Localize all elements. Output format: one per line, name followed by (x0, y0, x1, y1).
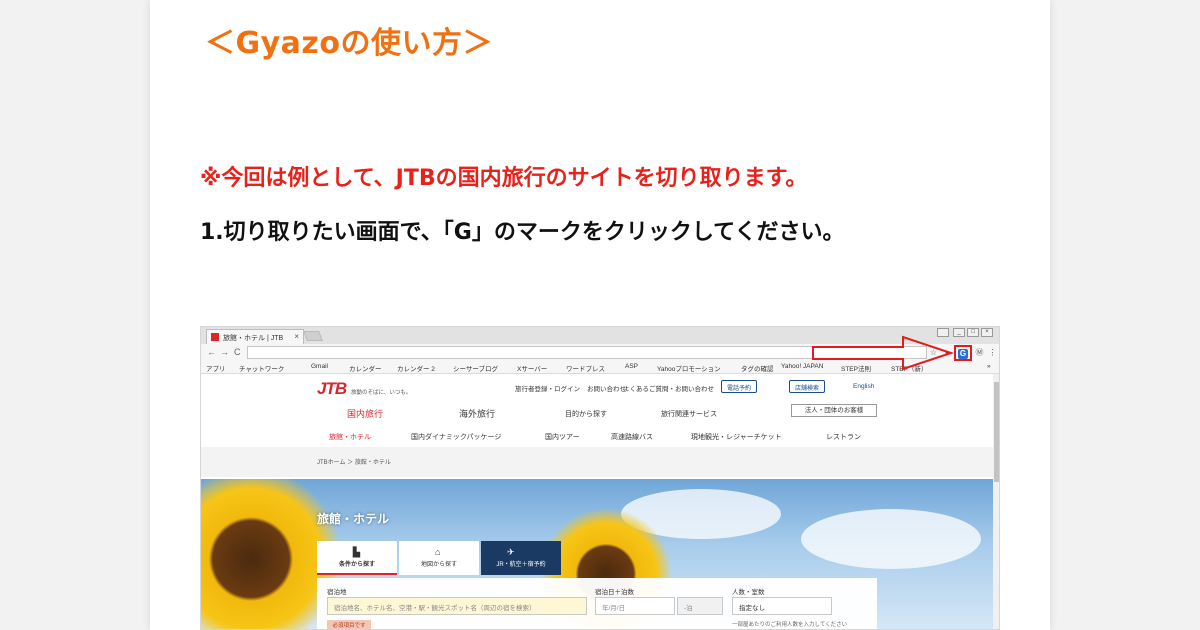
chrome-menu-icon[interactable]: ⋮ (987, 347, 998, 358)
bookmark-calendar[interactable]: カレンダー (349, 363, 382, 373)
hotel-search-panel: 宿泊地 宿泊地名、ホテル名、空港・駅・観光スポット名（周辺の宿を検索） 必須項目… (317, 578, 877, 629)
bookmark-apps[interactable]: アプリ (206, 363, 226, 373)
tab-close-icon[interactable]: × (294, 332, 299, 341)
destination-label: 宿泊地 (327, 589, 347, 596)
search-tab-label: 条件から探す (338, 562, 375, 568)
tab-overseas-travel[interactable]: 海外旅行 (459, 407, 495, 420)
guests-select[interactable]: 指定なし (732, 597, 832, 615)
nights-select[interactable]: -泊 (677, 597, 723, 615)
bookmark-seesaa[interactable]: シーサーブログ (453, 363, 498, 373)
bookmarks-overflow-icon[interactable]: » (987, 363, 991, 370)
article-title: ＜Gyazoの使い方＞ (205, 26, 493, 61)
date-label: 宿泊日＋泊数 (595, 589, 634, 596)
tab-travel-services[interactable]: 旅行関連サービス (661, 409, 717, 419)
new-tab-button[interactable] (303, 331, 323, 341)
subnav-restaurant[interactable]: レストラン (826, 432, 861, 442)
pointer-arrow-icon (812, 335, 955, 371)
required-badge: 必須項目です (327, 620, 371, 629)
search-tab-jr-air[interactable]: ✈ JR・航空＋宿予約 (481, 541, 561, 575)
date-input[interactable]: 年/月/日 (595, 597, 675, 615)
subnav-hotels[interactable]: 旅館・ホテル (329, 432, 371, 442)
jtb-logo[interactable]: JTB (317, 379, 347, 399)
search-tab-map[interactable]: ⌂ 地図から探す (399, 541, 479, 575)
subnav-domestic-tour[interactable]: 国内ツアー (545, 432, 580, 442)
call-button[interactable]: 電話予約 (721, 380, 758, 393)
hero-title: 旅館・ホテル (317, 512, 390, 526)
search-tab-label: 地図から探す (420, 562, 457, 568)
guests-label: 人数・室数 (732, 589, 765, 596)
subnav-highway-bus[interactable]: 高速路線バス (611, 432, 653, 442)
bookmark-wordpress[interactable]: ワードプレス (566, 363, 605, 373)
guests-hint: 一部屋あたりのご利用人数を入力してください (732, 622, 848, 628)
search-tab-conditions[interactable]: ▙ 条件から探す (317, 541, 397, 575)
breadcrumb-bar: JTBホーム ＞ 旅館・ホテル (201, 447, 993, 477)
contact-link[interactable]: お問い合わせ (587, 383, 626, 393)
store-search-button[interactable]: 店舗検索 (789, 380, 826, 393)
breadcrumb[interactable]: JTBホーム ＞ 旅館・ホテル (317, 457, 391, 466)
building-icon: ▙ (353, 547, 360, 557)
corporate-button[interactable]: 法人・団体のお客様 (791, 404, 877, 417)
step-1-instruction: 1.切り取りたい画面で、「G」のマークをクリックしてください。 (200, 220, 845, 245)
tab-purpose-search[interactable]: 目的から探す (565, 409, 607, 419)
browser-screenshot: 旅館・ホテル | JTB × _ □ × ← → C ☆ ▪ G Ⓜ ⋮ アプリ (200, 326, 1000, 630)
destination-input[interactable]: 宿泊地名、ホテル名、空港・駅・観光スポット名（周辺の宿を検索） (327, 597, 587, 615)
bookmark-tag-check[interactable]: タグの確認 (741, 363, 774, 373)
account-icon[interactable]: Ⓜ (974, 347, 985, 358)
tab-domestic-travel[interactable]: 国内旅行 (347, 407, 383, 420)
search-tab-label: JR・航空＋宿予約 (496, 562, 546, 568)
back-arrow-icon[interactable]: ← (207, 347, 216, 357)
train-plane-icon: ✈ (507, 547, 515, 557)
browser-tab-title: 旅館・ホテル | JTB (223, 335, 284, 342)
page-scrollbar[interactable] (993, 374, 999, 629)
jtb-site-header: JTB 旅動のそばに、いつも。 旅行者登録・ログイン お問い合わせ よくあるご質… (201, 374, 993, 477)
bookmark-yahoo-promotion[interactable]: Yahooプロモーション (657, 363, 721, 373)
english-link[interactable]: English (853, 383, 874, 390)
faq-link[interactable]: よくあるご質問・お問い合わせ (623, 383, 714, 393)
browser-tab[interactable]: 旅館・ホテル | JTB × (206, 329, 304, 344)
login-link[interactable]: 旅行者登録・ログイン (515, 383, 580, 393)
bookmark-asp[interactable]: ASP (625, 363, 638, 370)
window-close-icon[interactable]: × (981, 328, 993, 337)
bookmark-xserver[interactable]: Xサーバー (517, 363, 547, 373)
article-card: ＜Gyazoの使い方＞ ※今回は例として、JTBの国内旅行のサイトを切り取ります… (150, 0, 1050, 630)
cloud-image (801, 509, 981, 569)
forward-arrow-icon[interactable]: → (220, 347, 229, 357)
map-icon: ⌂ (435, 547, 441, 557)
subnav-local-tickets[interactable]: 現地観光・レジャーチケット (691, 432, 782, 442)
reload-icon[interactable]: C (234, 347, 241, 357)
hero-banner: 旅館・ホテル ▙ 条件から探す ⌂ 地図から探す ✈ JR・航空＋宿予約 宿泊地… (201, 479, 993, 629)
bookmark-gmail[interactable]: Gmail (311, 363, 328, 370)
article-note: ※今回は例として、JTBの国内旅行のサイトを切り取ります。 (200, 166, 808, 191)
bookmark-calendar-2[interactable]: カレンダー 2 (397, 363, 435, 373)
scrollbar-thumb[interactable] (994, 382, 999, 482)
jtb-tagline: 旅動のそばに、いつも。 (351, 390, 412, 396)
subnav-dynamic-package[interactable]: 国内ダイナミックパッケージ (411, 432, 501, 442)
jtb-favicon-icon (211, 333, 219, 341)
bookmark-chatwork[interactable]: チャットワーク (239, 363, 284, 373)
